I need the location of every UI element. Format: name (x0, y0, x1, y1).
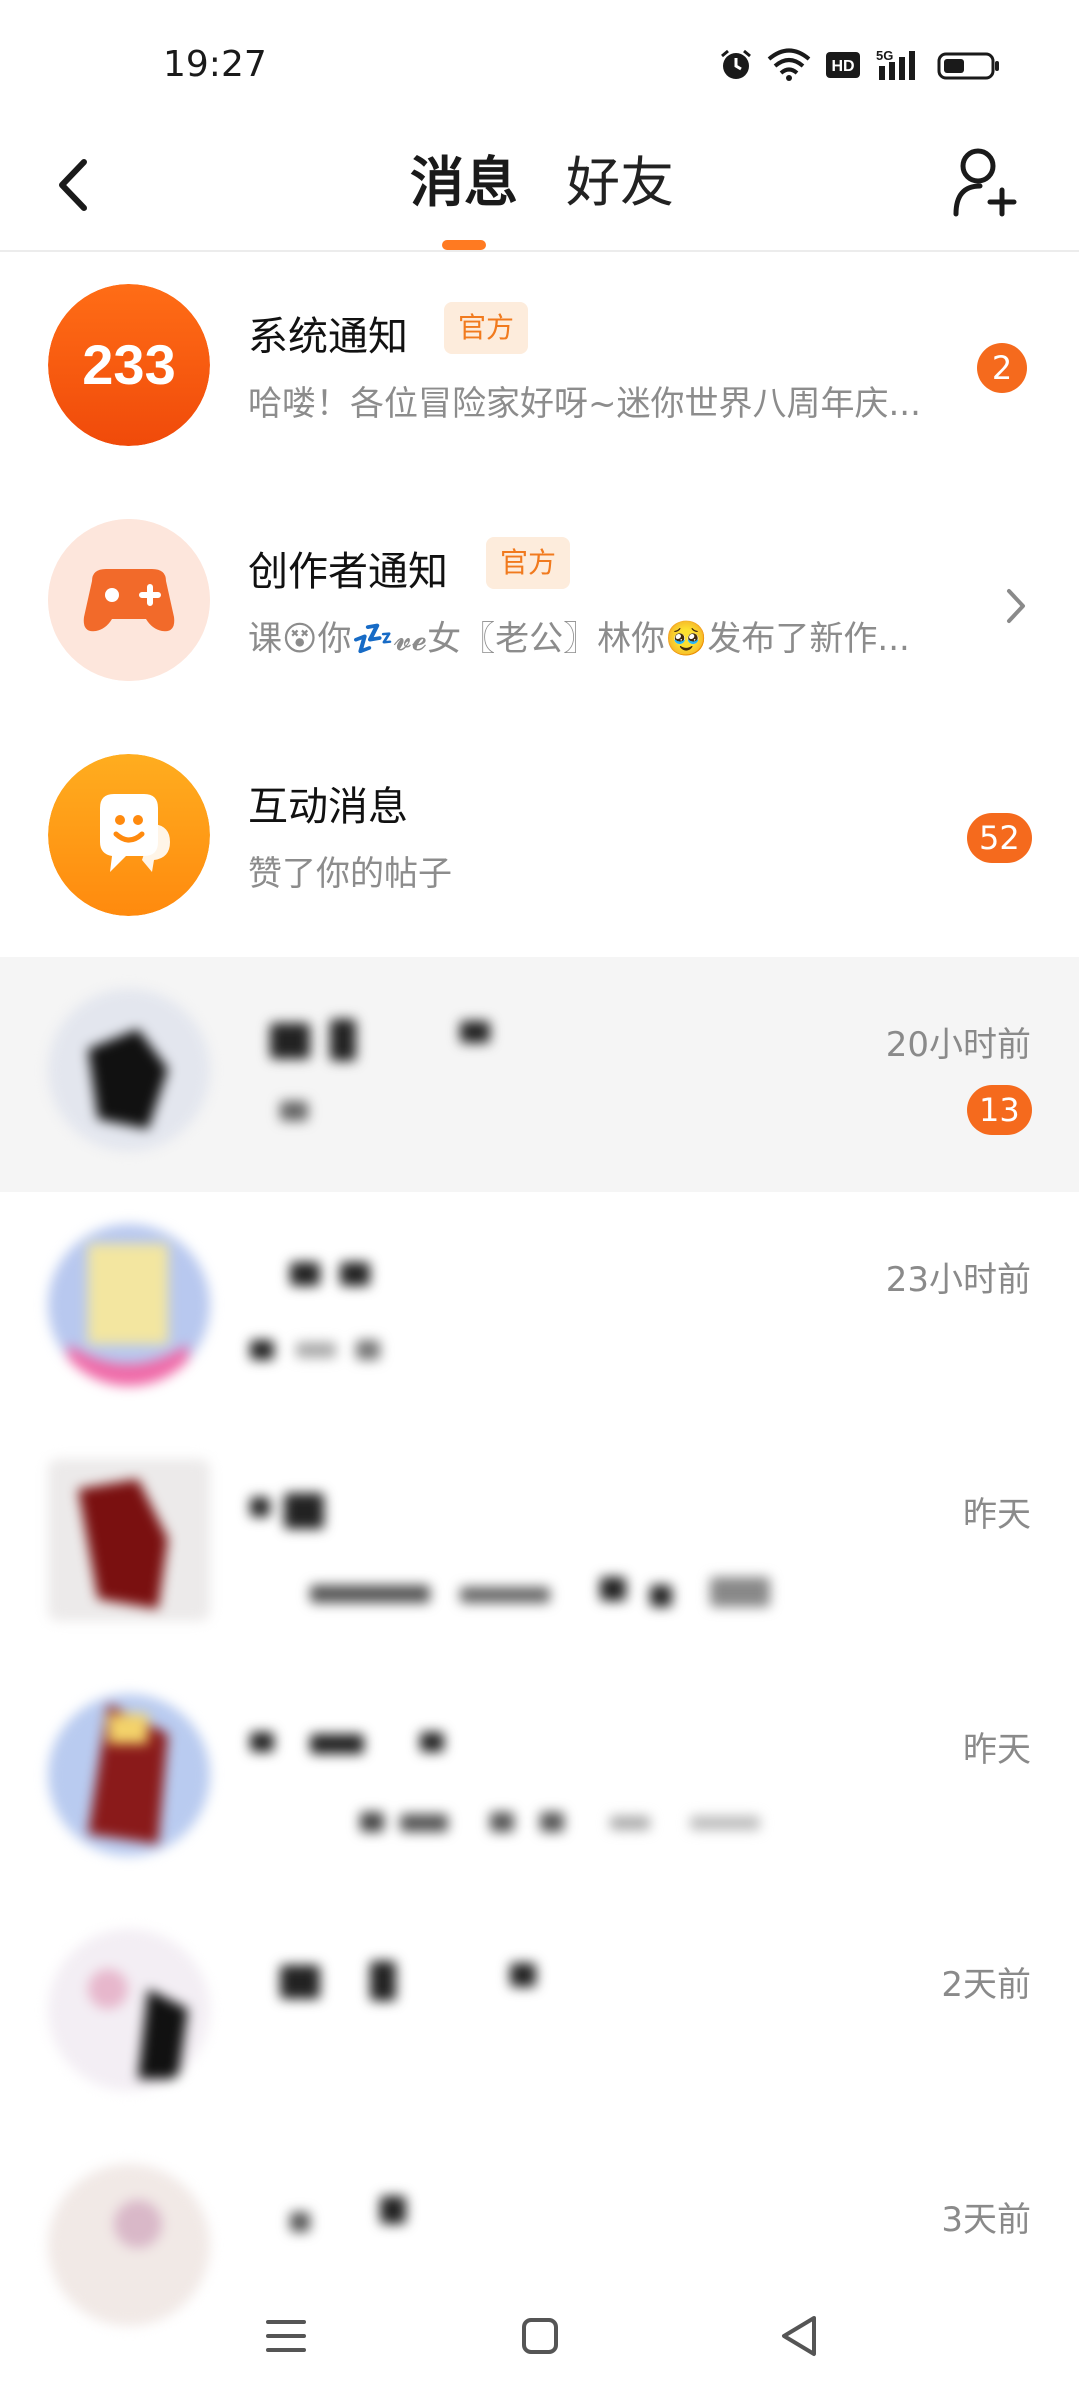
avatar (48, 1224, 210, 1386)
row-title: 系统通知 (248, 314, 408, 360)
message-list: 233 系统通知 官方 哈喽！各位冒险家好呀~迷你世界八周年庆... 2 创作者… (0, 252, 1079, 2367)
avatar (48, 1929, 210, 2091)
blurred-name (280, 1252, 400, 1292)
row-title: 互动消息 (248, 784, 408, 830)
menu-nav-icon[interactable] (256, 2306, 316, 2366)
system-notice-avatar: 233 (48, 284, 210, 446)
timestamp: 2天前 (941, 1965, 1031, 2005)
list-item-creator-notice[interactable]: 创作者通知 官方 课😵你💤𝓿𝓮女〖老公〗林你🥹发布了新作... (0, 487, 1079, 722)
timestamp: 23小时前 (885, 1260, 1031, 1300)
conversation-item[interactable]: 20小时前 13 (0, 957, 1079, 1192)
alarm-icon (721, 49, 751, 79)
unread-badge: 2 (977, 343, 1027, 393)
blurred-name (240, 1487, 380, 1537)
timestamp: 20小时前 (885, 1025, 1031, 1065)
tab-messages[interactable]: 消息 (410, 148, 518, 218)
timestamp: 昨天 (963, 1730, 1031, 1770)
svg-text:HD: HD (831, 58, 854, 75)
unread-badge: 13 (967, 1085, 1032, 1135)
blurred-preview (240, 1330, 400, 1370)
official-tag: 官方 (444, 302, 529, 354)
battery-icon (937, 52, 999, 80)
add-friend-button[interactable] (950, 144, 1020, 220)
home-nav-icon[interactable] (510, 2306, 570, 2366)
list-item-system-notice[interactable]: 233 系统通知 官方 哈喽！各位冒险家好呀~迷你世界八周年庆... 2 (0, 252, 1079, 487)
wifi-icon (767, 48, 811, 81)
blurred-name (240, 1722, 460, 1762)
timestamp: 昨天 (963, 1495, 1031, 1535)
status-icons: HD 5G (719, 48, 1001, 82)
hd-icon: HD (826, 52, 860, 78)
row-preview: 课😵你💤𝓿𝓮女〖老公〗林你🥹发布了新作... (248, 619, 910, 659)
blurred-name (260, 1955, 560, 2005)
system-nav-bar (0, 2270, 1079, 2399)
header: 消息 好友 (0, 130, 1079, 252)
svg-text:5G: 5G (876, 48, 893, 63)
back-button[interactable] (44, 150, 104, 220)
blurred-name (260, 1015, 500, 1065)
status-bar: 19:27 HD 5G (0, 0, 1079, 130)
row-preview: 赞了你的帖子 (248, 854, 452, 894)
conversation-item[interactable]: 昨天 (0, 1662, 1079, 1897)
gamepad-avatar-icon (48, 519, 210, 681)
back-nav-icon[interactable] (770, 2306, 830, 2366)
svg-text:233: 233 (82, 333, 175, 396)
conversation-item[interactable]: 23小时前 (0, 1192, 1079, 1427)
blurred-preview (350, 1802, 780, 1842)
blurred-name (280, 2192, 420, 2242)
list-item-interaction[interactable]: 互动消息 赞了你的帖子 52 (0, 722, 1079, 957)
avatar (48, 989, 210, 1151)
chevron-right-icon (1007, 589, 1025, 623)
unread-badge: 52 (967, 813, 1032, 863)
conversation-item[interactable]: 2天前 (0, 1897, 1079, 2132)
active-tab-indicator (442, 240, 486, 250)
chat-bubble-avatar-icon (48, 754, 210, 916)
timestamp: 3天前 (941, 2200, 1031, 2240)
tab-friends[interactable]: 好友 (566, 148, 674, 218)
row-preview: 哈喽！各位冒险家好呀~迷你世界八周年庆... (248, 384, 921, 424)
row-title: 创作者通知 (248, 549, 448, 595)
status-time: 19:27 (163, 44, 267, 85)
signal-5g-icon: 5G (876, 48, 915, 80)
official-tag: 官方 (486, 537, 571, 589)
avatar (48, 1459, 210, 1621)
avatar (48, 1694, 210, 1856)
blurred-preview (270, 1091, 330, 1131)
blurred-preview (310, 1567, 800, 1617)
conversation-item[interactable]: 昨天 (0, 1427, 1079, 1662)
